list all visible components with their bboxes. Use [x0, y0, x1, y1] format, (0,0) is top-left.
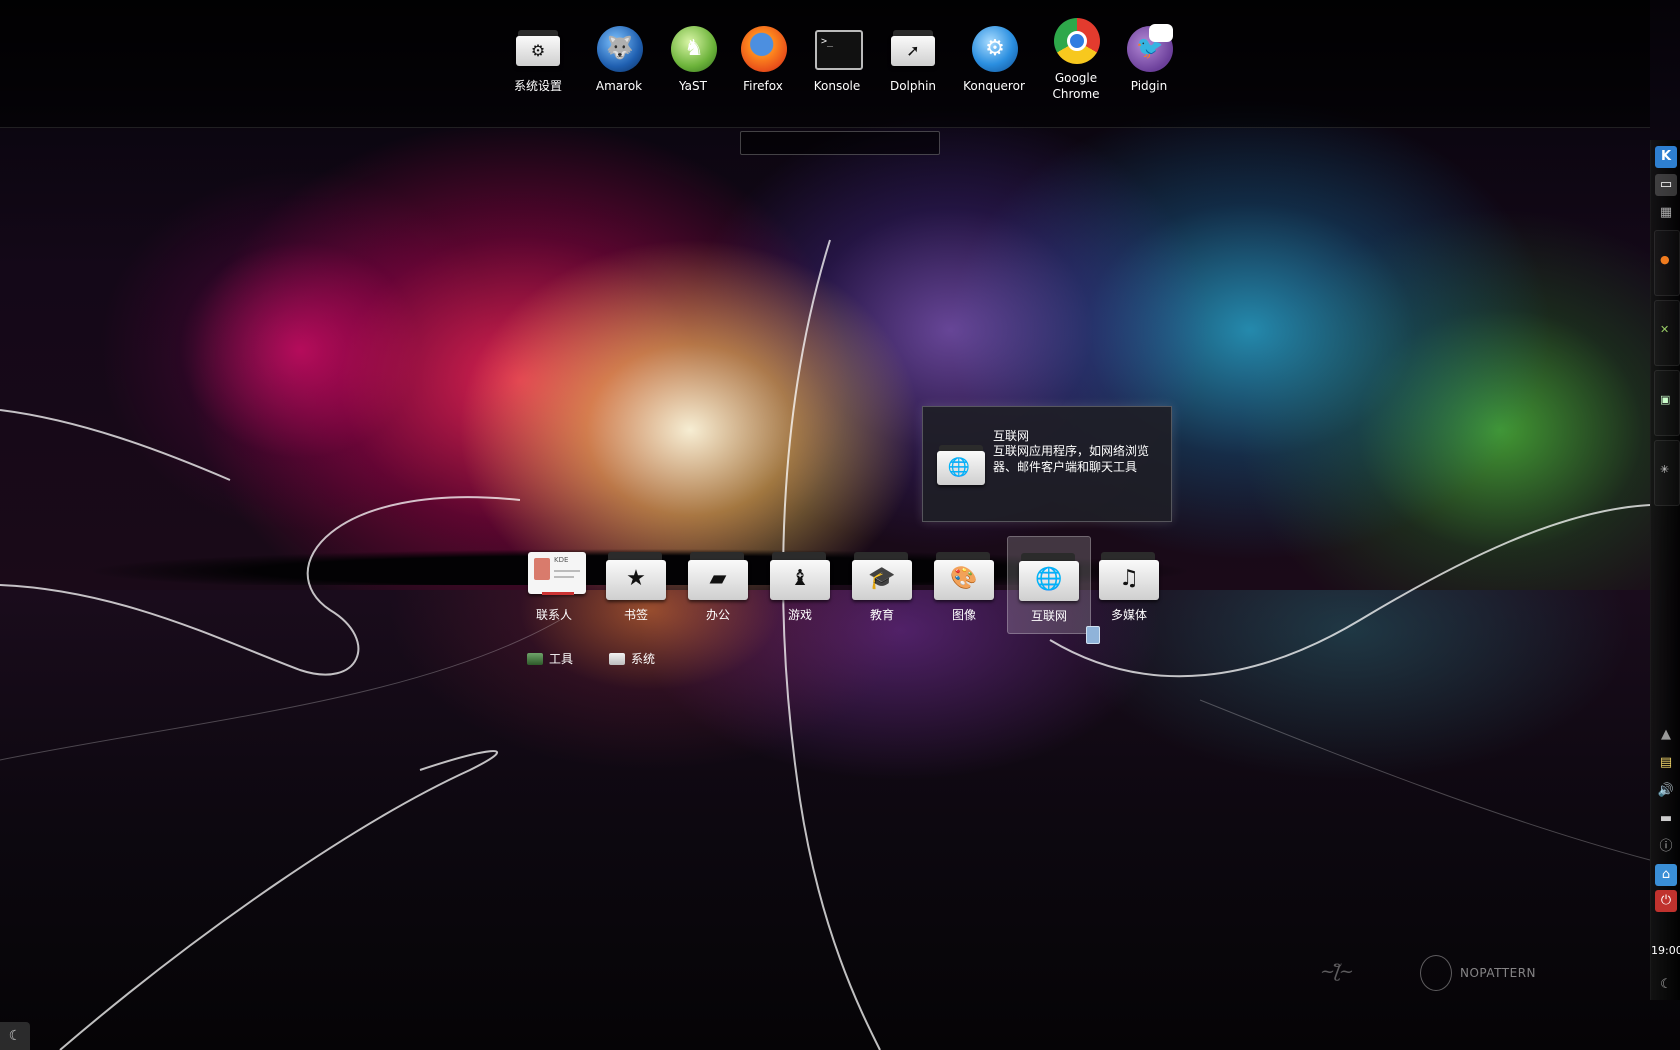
system-icon — [609, 652, 625, 665]
category-office[interactable]: ▰ 办公 — [677, 548, 759, 623]
drag-indicator-icon — [1086, 626, 1100, 644]
favorite-konqueror[interactable]: ⚙ Konqueror — [949, 22, 1039, 94]
category-label: 图像 — [951, 608, 976, 622]
desktop-toolbox-icon[interactable]: ☾ — [0, 1022, 30, 1050]
pidgin-icon: 🐦 — [1123, 22, 1175, 74]
office-folder-icon: ▰ — [686, 548, 750, 600]
star-folder-icon: ★ — [604, 548, 668, 600]
contact-card-icon: KDE — [522, 548, 586, 600]
search-box — [740, 131, 940, 155]
panel-toolbox-icon[interactable]: ☾ — [1655, 974, 1677, 996]
favorite-label: Pidgin — [1130, 79, 1168, 93]
internet-folder-icon: 🌐 — [1017, 549, 1081, 601]
volume-icon[interactable]: 🔊 — [1655, 780, 1677, 802]
category-multimedia[interactable]: ♫ 多媒体 — [1088, 548, 1170, 623]
power-icon[interactable]: ⏻ — [1655, 890, 1677, 912]
task-window[interactable]: ▣ — [1654, 370, 1680, 436]
category-label: 互联网 — [1030, 609, 1067, 623]
category-utilities[interactable]: 工具 — [527, 650, 573, 668]
right-panel: K ▭ ▦ ● ✕ ▣ ✳ ▲ ▤ 🔊 ▬ ⓘ ⌂ ⏻ 19:00 ☾ — [1650, 140, 1680, 1000]
settings-folder-icon: ⚙ — [512, 22, 564, 74]
konqueror-globe-icon: ⚙ — [968, 22, 1020, 74]
nopattern-logo — [1420, 955, 1452, 991]
utilities-icon — [527, 652, 543, 665]
favorites-bar: ⚙ 系统设置 🐺 Amarok ♞ YaST Firefox >_ Konsol… — [0, 0, 1650, 128]
kde-menu-icon[interactable]: K — [1655, 146, 1677, 168]
task-yast[interactable]: ✕ — [1654, 300, 1680, 366]
window-icon: ▣ — [1660, 393, 1671, 406]
category-tooltip: 🌐 互联网 互联网应用程序，如网络浏览器、邮件客户端和聊天工具 — [922, 406, 1172, 522]
device-notifier-icon[interactable]: ▬ — [1655, 808, 1677, 830]
favorite-label: 系统设置 — [513, 79, 562, 93]
favorite-label: Konqueror — [963, 79, 1025, 93]
category-system[interactable]: 系统 — [609, 650, 655, 668]
favorite-system-settings[interactable]: ⚙ 系统设置 — [493, 22, 583, 94]
category-graphics[interactable]: 🎨 图像 — [923, 548, 1005, 623]
multimedia-folder-icon: ♫ — [1097, 548, 1161, 600]
wallpaper-signature: ~ƪ~ NOPATTERN — [1320, 955, 1540, 991]
dolphin-folder-icon: ➚ — [887, 22, 939, 74]
favorite-pidgin[interactable]: 🐦 Pidgin — [1104, 22, 1194, 94]
tooltip-description: 互联网应用程序，如网络浏览器、邮件客户端和聊天工具 — [993, 444, 1150, 474]
terminal-icon: >_ — [811, 22, 863, 74]
light-streaks — [0, 239, 1651, 1050]
signature-script: ~ƪ~ — [1320, 961, 1354, 982]
search-input[interactable] — [741, 132, 939, 154]
clipboard-icon[interactable]: ▤ — [1655, 752, 1677, 774]
palette-folder-icon: 🎨 — [932, 548, 996, 600]
expand-tray-icon[interactable]: ▲ — [1655, 724, 1677, 746]
category-bookmarks[interactable]: ★ 书签 — [595, 548, 677, 623]
graduation-cap-folder-icon: 🎓 — [850, 548, 914, 600]
signature-text: NOPATTERN — [1460, 966, 1537, 980]
subcategory-label: 工具 — [549, 652, 574, 666]
category-label: 教育 — [869, 608, 894, 622]
yast-icon: ♞ — [667, 22, 719, 74]
favorite-label: Dolphin — [889, 79, 937, 93]
yast-icon: ✕ — [1660, 323, 1670, 336]
amarok-icon: 🐺 — [593, 22, 645, 74]
internet-folder-icon: 🌐 — [937, 445, 987, 489]
task-firefox[interactable]: ● — [1654, 230, 1680, 296]
category-label: 书签 — [623, 608, 648, 622]
category-label: 游戏 — [787, 608, 812, 622]
clock[interactable]: 19:00 — [1651, 944, 1680, 957]
chess-folder-icon: ♝ — [768, 548, 832, 600]
category-label: 联系人 — [535, 608, 572, 622]
firefox-icon: ● — [1660, 253, 1670, 266]
show-desktop-icon[interactable]: ▭ — [1655, 174, 1677, 196]
favorite-dolphin[interactable]: ➚ Dolphin — [868, 22, 958, 94]
firefox-icon — [737, 22, 789, 74]
info-icon[interactable]: ⓘ — [1655, 836, 1677, 858]
chrome-icon — [1050, 14, 1102, 66]
task-loading[interactable]: ✳ — [1654, 440, 1680, 506]
subcategory-label: 系统 — [631, 652, 656, 666]
favorite-label: Google Chrome — [1052, 71, 1100, 101]
spinner-icon: ✳ — [1660, 463, 1670, 476]
category-label: 多媒体 — [1110, 608, 1147, 622]
category-education[interactable]: 🎓 教育 — [841, 548, 923, 623]
category-contacts[interactable]: KDE 联系人 — [513, 548, 595, 623]
lock-screen-icon[interactable]: ⌂ — [1655, 864, 1677, 886]
tooltip-title: 互联网 — [993, 429, 1030, 443]
desktop-wallpaper: ~ƪ~ NOPATTERN — [0, 0, 1680, 1050]
category-label: 办公 — [705, 608, 730, 622]
category-internet[interactable]: 🌐 互联网 — [1007, 536, 1091, 634]
pager-icon[interactable]: ▦ — [1655, 202, 1677, 224]
category-games[interactable]: ♝ 游戏 — [759, 548, 841, 623]
